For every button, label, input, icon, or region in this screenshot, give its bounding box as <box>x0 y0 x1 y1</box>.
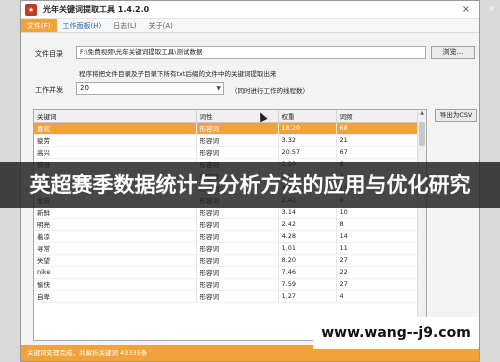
scroll-thumb[interactable] <box>419 122 425 146</box>
cell-weight: 1.27 <box>278 290 337 303</box>
cell-keyword: 愉快 <box>34 278 197 291</box>
thread-count-select[interactable]: 20 ▼ <box>76 82 224 95</box>
cell-weight: 2.42 <box>278 218 337 231</box>
table-row[interactable]: nike 形容词 7.46 22 <box>34 266 419 279</box>
cell-frequency: 27 <box>336 278 419 291</box>
cell-keyword: 失望 <box>34 254 197 267</box>
dir-label: 文件目录 <box>35 50 63 58</box>
cell-weight: 7.59 <box>278 278 337 291</box>
cell-pos: 形容词 <box>196 242 279 255</box>
cell-frequency: 27 <box>336 254 419 267</box>
table-row[interactable]: 明亮 形容词 2.42 8 <box>34 218 419 231</box>
keyword-table[interactable]: 关键词 词性 权重 词频 喜欢 形容词 18.20 68 疲劳 形容词 3.32 21 高兴 形容… <box>33 109 427 341</box>
table-scrollbar[interactable]: ▲ <box>417 110 426 340</box>
cell-keyword: 疲劳 <box>34 134 197 147</box>
title-bar: ★ 光年关键词提取工具 1.4.2.0 × <box>21 1 479 19</box>
cell-pos: 形容词 <box>196 122 279 135</box>
cell-keyword: 寻常 <box>34 242 197 255</box>
thread-label: 工作并发 <box>35 86 63 94</box>
cell-pos: 形容词 <box>196 134 279 147</box>
window-title: 光年关键词提取工具 1.4.2.0 <box>43 5 150 14</box>
dir-hint: 程序将把文件目录及子目录下所有txt后缀的文件中的关键词提取出来 <box>79 70 277 78</box>
cell-frequency: 21 <box>336 134 419 147</box>
cell-weight: 20.57 <box>278 146 337 159</box>
cell-pos: 形容词 <box>196 290 279 303</box>
chevron-down-icon: ▼ <box>216 85 221 92</box>
table-row[interactable]: 着凉 形容词 4.28 14 <box>34 230 419 243</box>
menu-item-2[interactable]: 日志(L) <box>107 19 142 32</box>
column-header-frequency[interactable]: 词频 <box>336 110 419 123</box>
thread-count-value: 20 <box>80 84 89 92</box>
cell-frequency: 68 <box>336 122 419 135</box>
cell-frequency: 4 <box>336 290 419 303</box>
menu-item-0[interactable]: 文件(F) <box>21 19 57 32</box>
cell-keyword: 着凉 <box>34 230 197 243</box>
table-row[interactable]: 愉快 形容词 7.59 27 <box>34 278 419 291</box>
cell-keyword: 高兴 <box>34 146 197 159</box>
cell-frequency: 22 <box>336 266 419 279</box>
headline-banner: 英超赛季数据统计与分析方法的应用与优化研究 <box>0 162 500 208</box>
cell-weight: 3.32 <box>278 134 337 147</box>
menu-item-1[interactable]: 工作面板(H) <box>57 19 108 32</box>
table-header-row: 关键词 词性 权重 词频 <box>34 110 419 123</box>
cell-keyword: nike <box>34 266 197 279</box>
scroll-up-icon[interactable]: ▲ <box>418 110 426 119</box>
cell-weight: 1.01 <box>278 242 337 255</box>
column-header-weight[interactable]: 权重 <box>278 110 337 123</box>
dir-path-input[interactable]: F:\免费视频\光年关键词提取工具\测试数据 <box>76 46 426 59</box>
cell-frequency: 67 <box>336 146 419 159</box>
cell-frequency: 11 <box>336 242 419 255</box>
thread-hint: （同时进行工作的线程数） <box>231 87 309 95</box>
export-csv-button[interactable]: 导出为CSV <box>435 109 477 122</box>
cell-weight: 7.46 <box>278 266 337 279</box>
table-row[interactable]: 喜欢 形容词 18.20 68 <box>34 122 419 135</box>
cell-pos: 形容词 <box>196 278 279 291</box>
cell-pos: 形容词 <box>196 218 279 231</box>
menu-item-3[interactable]: 关于(A) <box>143 19 179 32</box>
cell-weight: 4.28 <box>278 230 337 243</box>
close-button[interactable]: × <box>457 3 475 17</box>
table-row[interactable]: 高兴 形容词 20.57 67 <box>34 146 419 159</box>
cell-weight: 18.20 <box>278 122 337 135</box>
browse-button[interactable]: 浏览... <box>431 46 475 59</box>
table-row[interactable]: 自卑 形容词 1.27 4 <box>34 290 419 303</box>
watermark: www.wang--j9.com <box>313 317 479 349</box>
table-row[interactable]: 寻常 形容词 1.01 11 <box>34 242 419 255</box>
column-header-keyword[interactable]: 关键词 <box>34 110 197 123</box>
cell-pos: 形容词 <box>196 266 279 279</box>
cell-weight: 8.20 <box>278 254 337 267</box>
cell-frequency: 14 <box>336 230 419 243</box>
table-row[interactable]: 失望 形容词 8.20 27 <box>34 254 419 267</box>
cell-keyword: 明亮 <box>34 218 197 231</box>
cell-keyword: 自卑 <box>34 290 197 303</box>
cell-pos: 形容词 <box>196 146 279 159</box>
app-logo-icon: ★ <box>25 3 37 16</box>
cell-pos: 形容词 <box>196 254 279 267</box>
close-icon[interactable]: × <box>487 4 496 13</box>
cell-frequency: 8 <box>336 218 419 231</box>
cell-keyword: 喜欢 <box>34 122 197 135</box>
menu-bar: 文件(F) 工作面板(H) 日志(L) 关于(A) <box>21 19 479 33</box>
cell-pos: 形容词 <box>196 230 279 243</box>
table-row[interactable]: 疲劳 形容词 3.32 21 <box>34 134 419 147</box>
